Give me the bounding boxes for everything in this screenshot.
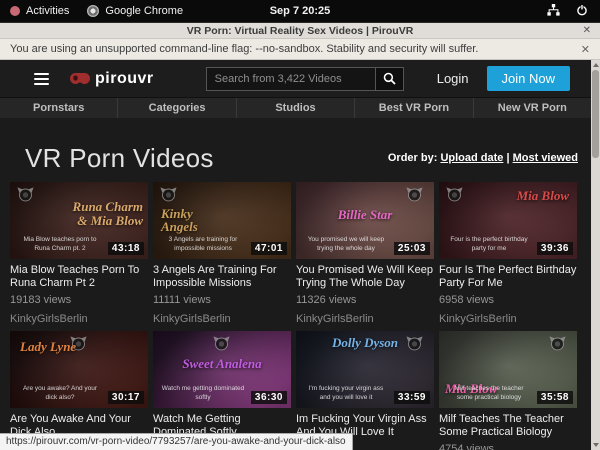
join-now-button[interactable]: Join Now bbox=[487, 66, 570, 91]
video-views: 19183 views bbox=[10, 294, 148, 306]
studio-link[interactable]: KinkyGirlsBerlin bbox=[153, 313, 291, 325]
order-by-label: Order by: bbox=[388, 152, 438, 164]
site-logo[interactable]: pirouvr bbox=[69, 70, 154, 88]
order-separator: | bbox=[506, 152, 509, 164]
system-top-bar: Activities Google Chrome Sep 7 20:25 bbox=[0, 0, 600, 22]
duration-badge: 36:30 bbox=[251, 391, 287, 404]
thumbnail-caption: 3 Angels are training for impossible mis… bbox=[161, 236, 245, 254]
order-most-viewed-link[interactable]: Most viewed bbox=[513, 152, 578, 164]
login-link[interactable]: Login bbox=[437, 71, 469, 86]
duration-badge: 39:36 bbox=[537, 242, 573, 255]
video-views: 11111 views bbox=[153, 294, 291, 306]
video-thumbnail[interactable]: Lady Lyne Are you awake? And your dick a… bbox=[10, 331, 148, 408]
video-title-link[interactable]: You Promised We Will Keep Trying The Who… bbox=[296, 264, 434, 290]
video-card: Mia Blow Milf teaches the teacher some p… bbox=[439, 331, 577, 450]
duration-badge: 30:17 bbox=[108, 391, 144, 404]
order-by: Order by: Upload date | Most viewed bbox=[388, 152, 578, 164]
video-views: 6958 views bbox=[439, 294, 577, 306]
warning-close-icon[interactable]: ✕ bbox=[581, 43, 590, 56]
search-input[interactable] bbox=[206, 67, 376, 91]
video-title-link[interactable]: Four Is The Perfect Birthday Party For M… bbox=[439, 264, 577, 290]
site-header: pirouvr Login Join Now bbox=[0, 60, 600, 97]
studio-link[interactable]: KinkyGirlsBerlin bbox=[439, 313, 577, 325]
network-nodes-icon[interactable] bbox=[547, 4, 560, 19]
video-thumbnail[interactable]: Kinky Angels 3 Angels are training for i… bbox=[153, 182, 291, 259]
warning-message: You are using an unsupported command-lin… bbox=[10, 43, 478, 55]
duration-badge: 33:59 bbox=[394, 391, 430, 404]
clock[interactable]: Sep 7 20:25 bbox=[0, 5, 600, 17]
video-grid: Runa Charm & Mia Blow Mia Blow teaches p… bbox=[0, 182, 600, 450]
page-viewport: pirouvr Login Join Now PornstarsCategori… bbox=[0, 60, 600, 450]
thumbnail-caption: Watch me getting dominated softly bbox=[161, 385, 245, 403]
video-card: Kinky Angels 3 Angels are training for i… bbox=[153, 182, 291, 325]
video-title-link[interactable]: 3 Angels Are Training For Impossible Mis… bbox=[153, 264, 291, 290]
studio-watermark-icon bbox=[445, 186, 464, 207]
scroll-up-button[interactable] bbox=[593, 63, 599, 67]
browser-tab-bar: VR Porn: Virtual Reality Sex Videos | Pi… bbox=[0, 22, 600, 39]
vr-goggles-icon bbox=[69, 72, 91, 85]
page-title: VR Porn Videos bbox=[25, 143, 214, 174]
site-logo-text: pirouvr bbox=[95, 70, 154, 88]
thumbnail-overlay-title: Mia Blow bbox=[517, 189, 569, 203]
studio-watermark-icon bbox=[212, 335, 231, 356]
thumbnail-caption: Are you awake? And your dick also? bbox=[18, 385, 102, 403]
thumbnail-overlay-title: Lady Lyne bbox=[20, 340, 76, 354]
nav-item-new-vr-porn[interactable]: New VR Porn bbox=[473, 98, 591, 118]
thumbnail-caption: You promised we will keep trying the who… bbox=[304, 236, 388, 254]
video-views: 11326 views bbox=[296, 294, 434, 306]
scroll-down-button[interactable] bbox=[593, 443, 599, 447]
studio-watermark-icon bbox=[405, 186, 424, 207]
scrollbar[interactable] bbox=[591, 60, 600, 450]
search-form bbox=[206, 67, 404, 91]
video-thumbnail[interactable]: Mia Blow Four is the perfect birthday pa… bbox=[439, 182, 577, 259]
video-views: 4754 views bbox=[439, 443, 577, 450]
nav-item-categories[interactable]: Categories bbox=[117, 98, 235, 118]
video-card: Billie Star You promised we will keep tr… bbox=[296, 182, 434, 325]
thumbnail-overlay-title: Dolly Dyson bbox=[296, 336, 434, 350]
duration-badge: 43:18 bbox=[108, 242, 144, 255]
tab-title[interactable]: VR Porn: Virtual Reality Sex Videos | Pi… bbox=[0, 25, 600, 37]
video-thumbnail[interactable]: Sweet Analena Watch me getting dominated… bbox=[153, 331, 291, 408]
studio-link[interactable]: KinkyGirlsBerlin bbox=[296, 313, 434, 325]
thumbnail-overlay-title: Runa Charm & Mia Blow bbox=[65, 200, 143, 227]
nav-item-best-vr-porn[interactable]: Best VR Porn bbox=[354, 98, 472, 118]
video-title-link[interactable]: Mia Blow Teaches Porn To Runa Charm Pt 2 bbox=[10, 264, 148, 290]
thumbnail-caption: Four is the perfect birthday party for m… bbox=[447, 236, 531, 254]
studio-watermark-icon bbox=[16, 186, 35, 207]
thumbnail-caption: Milf teaches the teacher some practical … bbox=[447, 385, 531, 403]
video-thumbnail[interactable]: Mia Blow Milf teaches the teacher some p… bbox=[439, 331, 577, 408]
status-url-tooltip: https://pirouvr.com/vr-porn-video/779325… bbox=[0, 433, 353, 450]
thumbnail-overlay-title: Kinky Angels bbox=[161, 207, 231, 234]
duration-badge: 47:01 bbox=[251, 242, 287, 255]
video-card: Runa Charm & Mia Blow Mia Blow teaches p… bbox=[10, 182, 148, 325]
video-title-link[interactable]: Milf Teaches The Teacher Some Practical … bbox=[439, 413, 577, 439]
thumbnail-overlay-title: Billie Star bbox=[296, 208, 434, 222]
sandbox-warning-bar: You are using an unsupported command-lin… bbox=[0, 39, 600, 60]
video-thumbnail[interactable]: Runa Charm & Mia Blow Mia Blow teaches p… bbox=[10, 182, 148, 259]
studio-link[interactable]: KinkyGirlsBerlin bbox=[10, 313, 148, 325]
studio-watermark-icon bbox=[159, 186, 178, 207]
power-icon[interactable] bbox=[576, 4, 588, 19]
video-card: Mia Blow Four is the perfect birthday pa… bbox=[439, 182, 577, 325]
thumbnail-caption: Mia Blow teaches porn to Runa Charm pt. … bbox=[18, 236, 102, 254]
duration-badge: 35:58 bbox=[537, 391, 573, 404]
thumbnail-caption: I'm fucking your virgin ass and you will… bbox=[304, 385, 388, 403]
studio-watermark-icon bbox=[548, 335, 567, 356]
video-thumbnail[interactable]: Dolly Dyson I'm fucking your virgin ass … bbox=[296, 331, 434, 408]
tab-close-icon[interactable]: ✕ bbox=[583, 25, 600, 36]
main-nav: PornstarsCategoriesStudiosBest VR PornNe… bbox=[0, 97, 591, 118]
thumbnail-overlay-title: Sweet Analena bbox=[153, 357, 291, 371]
order-upload-date-link[interactable]: Upload date bbox=[440, 152, 503, 164]
nav-item-studios[interactable]: Studios bbox=[236, 98, 354, 118]
search-icon bbox=[383, 72, 396, 85]
hamburger-menu-icon[interactable] bbox=[34, 73, 49, 85]
video-thumbnail[interactable]: Billie Star You promised we will keep tr… bbox=[296, 182, 434, 259]
nav-item-pornstars[interactable]: Pornstars bbox=[0, 98, 117, 118]
search-button[interactable] bbox=[376, 67, 404, 91]
duration-badge: 25:03 bbox=[394, 242, 430, 255]
scrollbar-thumb[interactable] bbox=[592, 70, 599, 158]
